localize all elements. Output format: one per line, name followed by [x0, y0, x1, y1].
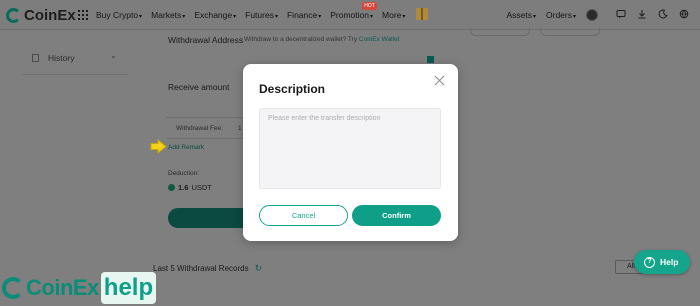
records-header: Last 5 Withdrawal Records ↻: [153, 263, 262, 274]
pointer-arrow-icon: [150, 138, 167, 159]
sidebar-item-history[interactable]: History: [32, 53, 74, 63]
address-action-pills: [470, 28, 610, 36]
description-modal: Description Cancel Confirm: [243, 64, 458, 241]
page-root: CoinEx Buy Crypto▾ Markets▾ Exchange▾ Fu…: [0, 0, 700, 306]
question-icon: ?: [644, 256, 655, 268]
nav-more-label: More: [382, 10, 402, 20]
chevron-down-icon: ▾: [139, 14, 143, 20]
deduction-amount: 1.6: [178, 183, 189, 192]
chevron-down-icon: ▾: [370, 14, 374, 20]
nav-more[interactable]: More▾: [382, 10, 405, 20]
withdrawal-address-label: Withdrawal Address: [168, 35, 244, 45]
deduction-label: Deduction:: [168, 170, 200, 177]
download-icon[interactable]: [637, 9, 647, 22]
nav-exchange-label: Exchange: [194, 10, 233, 20]
message-icon[interactable]: [616, 9, 626, 22]
main-nav: Buy Crypto▾ Markets▾ Exchange▾ Futures▾ …: [96, 0, 414, 30]
nav-assets-label: Assets: [506, 10, 532, 20]
document-icon: [32, 54, 39, 62]
coinex-logo[interactable]: CoinEx: [6, 7, 76, 24]
chevron-down-icon: ▾: [274, 14, 278, 20]
nav-finance[interactable]: Finance▾: [287, 10, 321, 20]
deduction-unit: USDT: [191, 183, 212, 192]
modal-title: Description: [259, 82, 326, 96]
chevron-down-icon: ▾: [318, 14, 322, 20]
chevron-down-icon[interactable]: ⌄: [110, 51, 117, 60]
sidebar: History ⌄: [20, 40, 128, 74]
cancel-button[interactable]: Cancel: [259, 205, 348, 226]
close-icon[interactable]: [433, 74, 447, 88]
grid-icon[interactable]: [78, 10, 88, 20]
chevron-down-icon: ▾: [572, 14, 576, 20]
records-title: Last 5 Withdrawal Records: [153, 264, 249, 273]
divider: [166, 138, 244, 139]
confirm-button[interactable]: Confirm: [352, 205, 441, 226]
sidebar-divider: [22, 74, 128, 75]
nav-right: Assets▾ Orders▾: [506, 0, 700, 30]
nav-buy-crypto[interactable]: Buy Crypto▾: [96, 10, 142, 20]
chevron-down-icon: ▾: [532, 14, 536, 20]
add-remark-link[interactable]: Add Remark: [168, 144, 204, 151]
network-tag: [427, 56, 434, 63]
chevron-down-icon: ▾: [402, 14, 406, 20]
gift-icon[interactable]: [416, 8, 428, 20]
top-nav: CoinEx Buy Crypto▾ Markets▾ Exchange▾ Fu…: [0, 0, 700, 30]
withdraw-submit-button[interactable]: [168, 208, 248, 228]
nav-futures-label: Futures: [245, 10, 274, 20]
receive-amount-label: Receive amount: [168, 82, 230, 92]
nav-orders[interactable]: Orders▾: [546, 10, 576, 20]
coinex-help-watermark: CoinEx help: [0, 269, 157, 306]
help-label: Help: [660, 257, 679, 267]
nav-markets[interactable]: Markets▾: [151, 10, 185, 20]
nav-markets-label: Markets: [151, 10, 182, 20]
moon-icon[interactable]: [658, 8, 668, 22]
avatar[interactable]: [586, 9, 598, 21]
coinex-wallet-link[interactable]: CoinEx Wallet: [359, 36, 400, 43]
help-button[interactable]: ? Help: [634, 250, 690, 274]
address-pill-1[interactable]: [470, 28, 530, 36]
logo-text: CoinEx: [24, 7, 76, 24]
nav-finance-label: Finance: [286, 10, 318, 20]
watermark-tag: help: [100, 271, 157, 304]
coinex-logo-icon: [2, 276, 24, 299]
watermark-brand: CoinEx: [26, 274, 99, 300]
nav-promotion[interactable]: Promotion▾ HOT: [330, 2, 377, 20]
chevron-down-icon: ▾: [233, 14, 237, 20]
nav-futures[interactable]: Futures▾: [245, 10, 278, 20]
refresh-icon[interactable]: ↻: [255, 263, 263, 274]
sidebar-item-label: History: [48, 53, 75, 63]
nav-buy-crypto-label: Buy Crypto: [96, 10, 139, 20]
withdrawal-address-hint: Withdraw to a decentralized wallet? Try …: [244, 36, 399, 43]
nav-exchange[interactable]: Exchange▾: [194, 10, 236, 20]
withdrawal-fee-value: 1: [238, 125, 242, 132]
hot-badge: HOT: [362, 2, 377, 10]
nav-orders-label: Orders: [546, 10, 572, 20]
address-pill-2[interactable]: [540, 28, 600, 36]
nav-promotion-label: Promotion: [330, 10, 369, 20]
withdrawal-fee-label: Withdrawal Fee:: [176, 125, 223, 132]
divider: [166, 117, 244, 118]
address-hint-text: Withdraw to a decentralized wallet? Try: [244, 36, 358, 43]
usdt-coin-icon: [168, 184, 175, 191]
description-input[interactable]: [259, 108, 441, 189]
globe-icon[interactable]: [679, 9, 689, 22]
coinex-logo-icon: [6, 8, 21, 23]
nav-assets[interactable]: Assets▾: [506, 10, 536, 20]
deduction-value: 1.6 USDT: [168, 183, 212, 192]
chevron-down-icon: ▾: [182, 14, 186, 20]
